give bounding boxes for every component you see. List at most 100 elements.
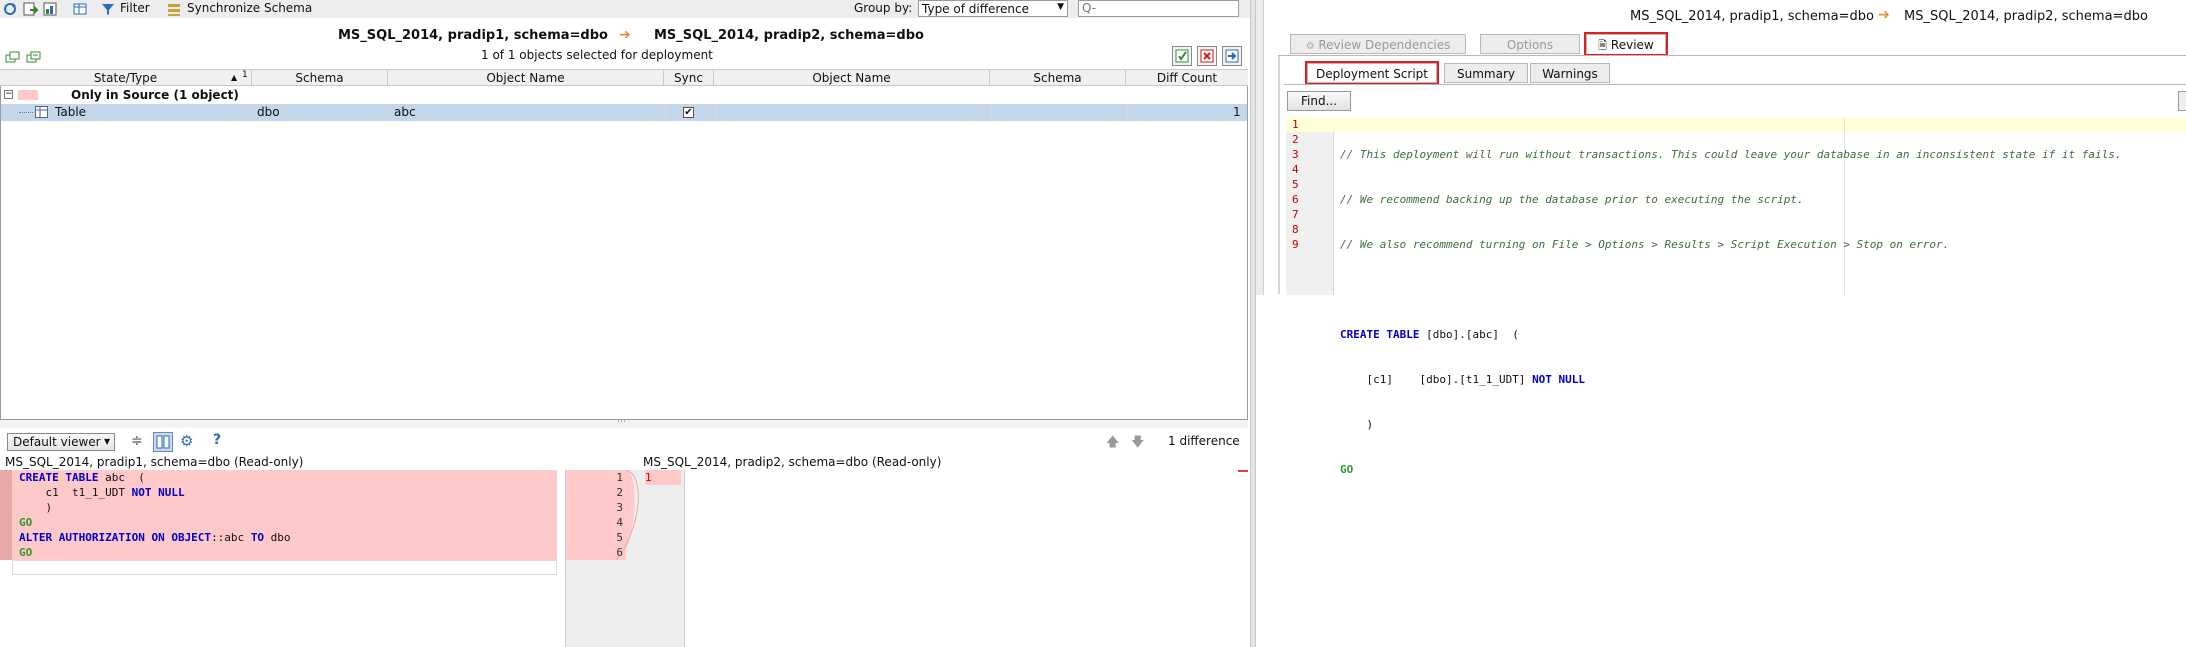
collapse-all-icon[interactable] [26,50,42,66]
side-by-side-view-icon[interactable] [153,432,173,452]
chevron-down-icon: ▼ [104,437,111,446]
target-db-label: MS_SQL_2014, pradip2, schema=dbo [654,28,924,43]
filter-icon[interactable] [100,1,116,17]
table-icon [35,106,48,123]
line-number: 7 [1292,208,1299,221]
report-icon[interactable] [42,1,58,17]
ignore-whitespace-icon[interactable]: ≑ [131,433,143,449]
col-schema-target[interactable]: Schema [990,70,1126,86]
right-line-number: 1 [645,470,681,485]
script-line-numbers: 1 2 3 4 5 6 7 8 9 [1292,117,1299,252]
col-separator [991,104,992,121]
arrow-right-icon: ➔ [1878,7,1890,23]
deploy-button[interactable] [1222,46,1242,66]
tab-label: Review Dependencies [1318,38,1451,52]
group-row[interactable]: − Only in Source (1 object) [1,87,1247,104]
arrow-right-icon: ➔ [619,27,631,43]
tab-label: Warnings [1542,67,1598,81]
col-object-name-target[interactable]: Object Name [714,70,990,86]
code-text: [c1] [dbo].[t1_1_UDT] [1340,373,1533,386]
script-editor[interactable]: 1 2 3 4 5 6 7 8 9 // This deployment wil… [1286,117,2186,476]
code-text: dbo [264,531,291,544]
filter-button-label[interactable]: Filter [120,1,150,15]
expand-all-icon[interactable] [5,50,21,66]
col-object-name[interactable]: Object Name [388,70,664,86]
find-button[interactable]: Find... [1287,91,1351,111]
left-diff-pane[interactable]: CREATE TABLE abc ( c1 t1_1_UDT NOT NULL … [0,470,565,647]
row-schema: dbo [257,105,280,119]
search-field[interactable]: Q- [1078,0,1239,17]
code-line-4: GO [19,515,291,530]
row-object-name: abc [394,105,416,119]
main-toolbar: Filter Synchronize Schema Group by: Type… [0,0,1250,18]
group-label: Only in Source (1 object) [71,88,239,102]
scroll-button[interactable] [2178,91,2186,111]
synchronize-icon[interactable] [166,1,182,17]
line-number: 8 [1292,223,1299,236]
help-icon[interactable]: ? [213,432,221,448]
tree-line [19,112,33,113]
refresh-icon[interactable] [2,1,18,17]
col-state-type-label: State/Type [93,71,158,85]
groupby-select[interactable]: Type of difference ▼ [918,0,1068,17]
line-number: 3 [616,501,623,514]
include-all-button[interactable] [1172,46,1192,66]
synchronize-schema-button[interactable]: Synchronize Schema [187,1,312,15]
groupby-label: Group by: [854,1,913,15]
tab-label: Deployment Script [1315,67,1429,81]
sort-ascending-icon: ▲ [231,73,238,82]
tab-review-dependencies[interactable]: ⚙ Review Dependencies [1290,34,1466,54]
code-text: ::abc [211,531,251,544]
diff-gutter [0,470,12,560]
sync-checkbox[interactable]: ✔ [683,107,694,118]
review-gutter [1256,0,1264,295]
chevron-down-icon: ▼ [1057,2,1064,12]
code-keyword: ALTER AUTHORIZATION ON OBJECT [19,531,212,544]
col-diff-count[interactable]: Diff Count [1126,70,1248,86]
dependencies-icon: ⚙ [1305,41,1315,52]
script-line-column: [c1] [dbo].[t1_1_UDT] NOT NULL [1340,372,2121,387]
gear-icon[interactable]: ⚙ [180,432,193,450]
panel-splitter[interactable]: ⋯ [0,417,1248,428]
next-difference-icon[interactable]: 🡇 [1131,433,1144,455]
tab-deployment-script[interactable]: Deployment Script [1305,61,1439,85]
collapse-toggle-icon[interactable]: − [4,90,13,99]
tab-warnings[interactable]: Warnings [1530,63,1610,83]
code-keyword: NOT NULL [1532,373,1586,386]
line-number: 9 [1292,238,1299,251]
review-source-label: MS_SQL_2014, pradip1, schema=dbo [1630,9,1874,24]
table-view-icon[interactable] [72,1,88,17]
source-db-label: MS_SQL_2014, pradip1, schema=dbo [338,28,608,43]
table-row[interactable]: Table dbo abc ✔ 1 [1,104,1247,121]
find-button-label: Find... [1300,94,1338,108]
export-icon[interactable] [22,1,40,17]
selection-summary: 1 of 1 objects selected for deployment [481,48,713,62]
col-schema[interactable]: Schema [252,70,388,86]
results-grid-header: State/Type ▲ 1 Schema Object Name Sync O… [0,69,1248,86]
only-in-source-swatch [18,90,38,100]
col-separator [1127,104,1128,121]
viewer-select[interactable]: Default viewer ▼ [7,433,115,451]
tab-summary[interactable]: Summary [1444,63,1528,83]
current-line [12,560,557,575]
code-line-1: CREATE TABLE abc ( [19,470,291,485]
col-separator [665,104,666,121]
col-state-type[interactable]: State/Type ▲ 1 [0,70,252,86]
left-pane-title: MS_SQL_2014, pradip1, schema=dbo (Read-o… [5,455,304,469]
script-code: // This deployment will run without tran… [1340,117,2121,507]
code-line-2: c1 t1_1_UDT NOT NULL [19,485,291,500]
col-separator [715,104,716,121]
code-keyword: CREATE TABLE [1340,328,1420,341]
tab-options[interactable]: Options [1480,34,1580,54]
grip-icon: ⋯ [617,417,627,427]
right-diff-pane[interactable] [686,470,1248,647]
code-keyword: TO [250,531,265,544]
code-keyword: CREATE TABLE [19,471,99,484]
previous-difference-icon[interactable]: 🡅 [1106,433,1119,455]
tab-label: Review [1610,38,1654,52]
tab-review[interactable]: 🗎 Review [1584,32,1668,56]
diff-toolbar: Default viewer ▼ ≑ ⚙ ? 🡅 🡇 1 difference [0,430,1248,454]
exclude-all-button[interactable] [1197,46,1217,66]
col-sync[interactable]: Sync [664,70,714,86]
line-number: 2 [1292,133,1299,146]
